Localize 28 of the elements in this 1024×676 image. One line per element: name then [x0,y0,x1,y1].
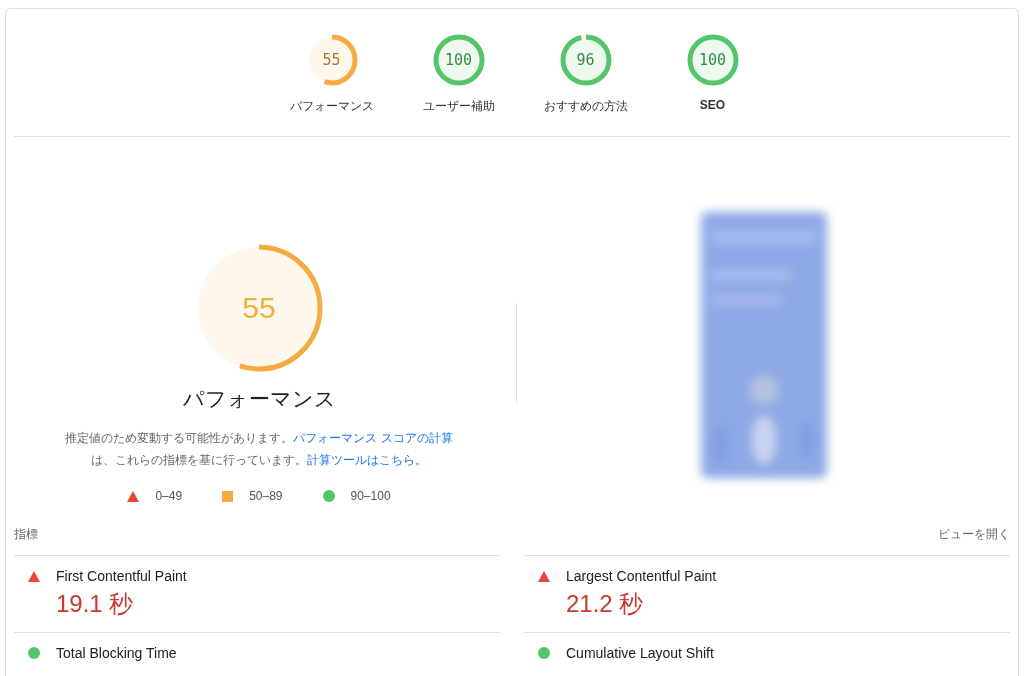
category-label: パフォーマンス [289,98,374,115]
gauge-background [308,37,355,83]
legend-label: 90–100 [350,489,391,503]
score-arc[interactable] [433,34,484,86]
category-label: SEO [699,98,726,112]
metric-value: 19.1 秒 [56,589,135,619]
metric-name: Total Blocking Time [56,645,177,661]
score-arc[interactable] [560,34,611,86]
score-arc[interactable] [687,34,738,86]
gauge-title: パフォーマンス [182,386,336,412]
score-value: 96 [576,51,595,69]
legend-label: 50–89 [249,489,283,503]
score-value: 55 [322,51,341,69]
score-value: 100 [444,51,473,69]
metric-value: 21.2 秒 [566,589,645,619]
score-calculation-link[interactable]: パフォーマンス スコアの計算 [293,431,453,445]
expand-view-link[interactable]: ビューを開く [938,526,1010,543]
score-value: 100 [698,51,727,69]
metric-name: Cumulative Layout Shift [566,645,714,661]
section-title: 指標 [14,526,38,543]
score-value: 55 [241,290,277,326]
category-label: ユーザー補助 [422,98,495,115]
legend-label: 0–49 [155,489,183,503]
calculator-link[interactable]: 計算ツールはこちら。 [307,453,427,467]
metric-name: Largest Contentful Paint [566,568,717,584]
description-text: 推定値のため変動する可能性があります。パフォーマンス スコアの計算 は、これらの指標を基に行っています。計算ツールはこちら。 [65,430,453,469]
category-label: おすすめの方法 [543,98,628,115]
metric-name: First Contentful Paint [56,568,187,584]
